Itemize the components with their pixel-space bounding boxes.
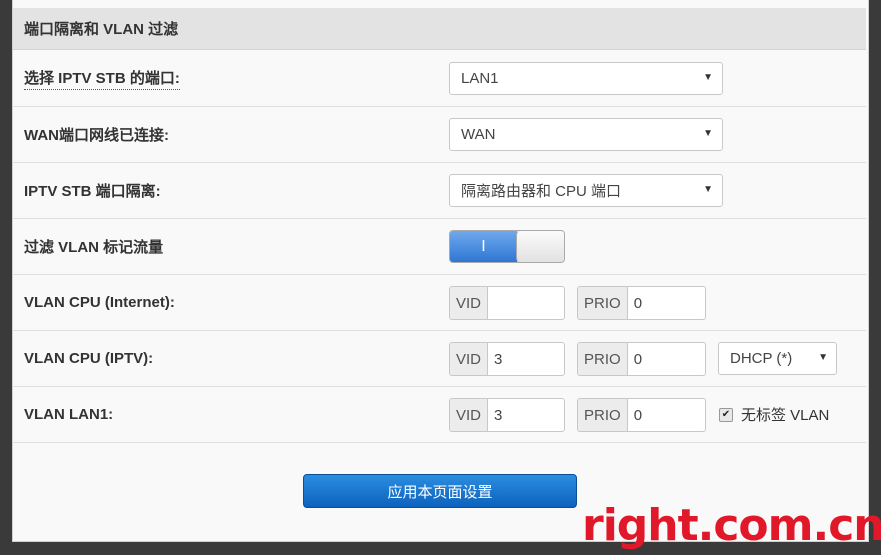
untagged-vlan-label: 无标签 VLAN (741, 407, 830, 424)
vlan-cpu-iptv-mode-select[interactable]: DHCP (*) ▼ (718, 342, 837, 375)
mode-value: DHCP (*) (730, 350, 793, 367)
wan-port-label: WAN端口网线已连接: (24, 127, 169, 144)
vlan-lan1-label: VLAN LAN1: (24, 406, 114, 423)
row-vlan-cpu-iptv: VLAN CPU (IPTV): VID 3 PRIO 0 DHCP (*) ▼ (13, 331, 866, 387)
iptv-port-select[interactable]: LAN1 ▼ (449, 62, 723, 95)
row-iptv-port: 选择 IPTV STB 的端口: LAN1 ▼ (13, 51, 866, 107)
checkmark-icon: ✔ (721, 409, 731, 420)
iptv-port-label: 选择 IPTV STB 的端口: (24, 51, 180, 106)
prio-addon: PRIO (578, 287, 628, 319)
chevron-down-icon: ▼ (818, 352, 828, 363)
vid-addon: VID (450, 399, 489, 431)
vlan-filter-toggle[interactable]: I (449, 230, 565, 263)
isolation-select[interactable]: 隔离路由器和 CPU 端口 ▼ (449, 174, 723, 207)
iptv-port-value: LAN1 (461, 70, 499, 87)
untagged-vlan-checkbox[interactable]: ✔ (719, 407, 733, 422)
row-vlan-cpu-internet: VLAN CPU (Internet): VID PRIO 0 (13, 275, 866, 331)
wan-port-value: WAN (461, 126, 496, 143)
vlan-cpu-iptv-vid-group: VID 3 (449, 342, 565, 376)
vlan-cpu-iptv-label: VLAN CPU (IPTV): (24, 350, 154, 367)
vlan-lan1-prio-input[interactable]: 0 (628, 399, 642, 431)
vlan-lan1-vid-input[interactable]: 3 (488, 399, 502, 431)
vlan-cpu-internet-label: VLAN CPU (Internet): (24, 294, 175, 311)
prio-addon: PRIO (578, 343, 628, 375)
vlan-cpu-iptv-prio-group: PRIO 0 (577, 342, 706, 376)
row-vlan-filter: 过滤 VLAN 标记流量 I (13, 219, 866, 275)
section-header: 端口隔离和 VLAN 过滤 (13, 8, 866, 50)
isolation-label: IPTV STB 端口隔离: (24, 183, 161, 200)
row-wan-port: WAN端口网线已连接: WAN ▼ (13, 107, 866, 163)
vlan-cpu-iptv-vid-input[interactable]: 3 (488, 343, 502, 375)
settings-panel: 端口隔离和 VLAN 过滤 选择 IPTV STB 的端口: LAN1 ▼ WA… (12, 0, 869, 542)
prio-addon: PRIO (578, 399, 628, 431)
vid-addon: VID (450, 287, 489, 319)
section-title: 端口隔离和 VLAN 过滤 (24, 21, 179, 38)
vlan-lan1-prio-group: PRIO 0 (577, 398, 706, 432)
toggle-on-segment: I (450, 231, 517, 262)
vlan-cpu-internet-vid-input[interactable] (488, 287, 494, 319)
untagged-vlan-option[interactable]: ✔ 无标签 VLAN (719, 398, 829, 431)
chevron-down-icon: ▼ (703, 184, 713, 195)
row-isolation: IPTV STB 端口隔离: 隔离路由器和 CPU 端口 ▼ (13, 163, 866, 219)
apply-settings-button[interactable]: 应用本页面设置 (303, 474, 577, 508)
vid-addon: VID (450, 343, 489, 375)
chevron-down-icon: ▼ (703, 72, 713, 83)
toggle-knob[interactable] (516, 231, 564, 262)
vlan-cpu-internet-vid-group: VID (449, 286, 565, 320)
top-strip (13, 0, 868, 8)
vlan-cpu-iptv-prio-input[interactable]: 0 (628, 343, 642, 375)
watermark-logo: right.com.cn (582, 500, 881, 551)
vlan-lan1-vid-group: VID 3 (449, 398, 565, 432)
vlan-filter-label: 过滤 VLAN 标记流量 (24, 239, 164, 256)
isolation-value: 隔离路由器和 CPU 端口 (461, 183, 622, 200)
wan-port-select[interactable]: WAN ▼ (449, 118, 723, 151)
chevron-down-icon: ▼ (703, 128, 713, 139)
vlan-cpu-internet-prio-group: PRIO 0 (577, 286, 706, 320)
vlan-cpu-internet-prio-input[interactable]: 0 (628, 287, 642, 319)
row-vlan-lan1: VLAN LAN1: VID 3 PRIO 0 ✔ 无标签 VLAN (13, 387, 866, 443)
